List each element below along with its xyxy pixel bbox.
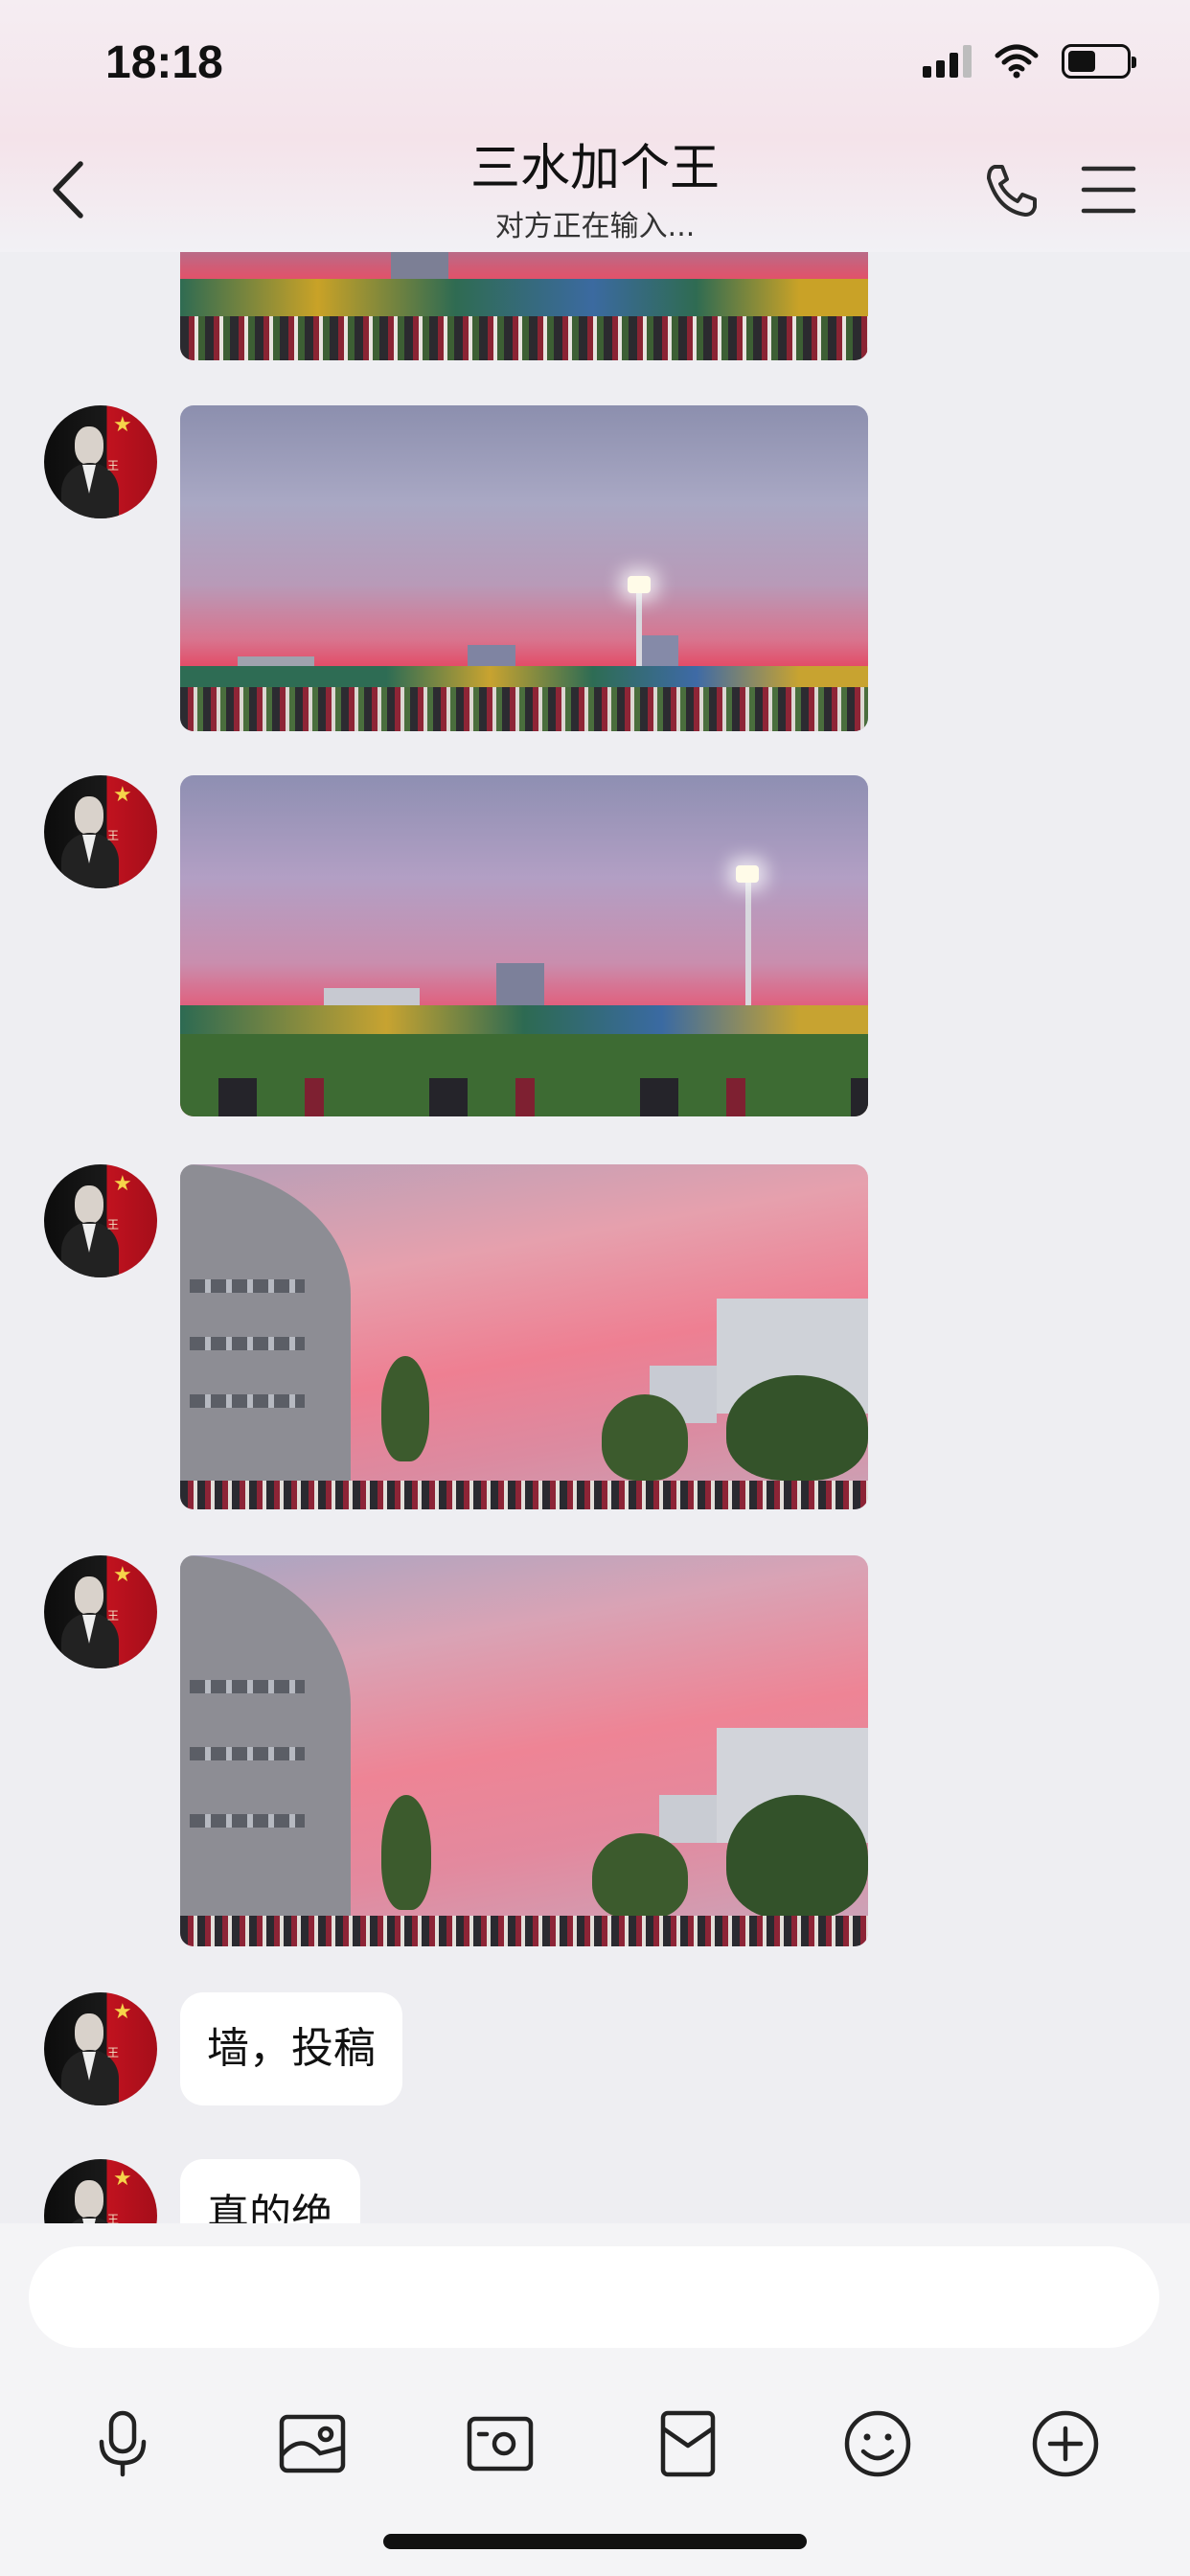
message-list[interactable]: ★ 王 ★ 王 ★ 王 ★ 王 ★ 王 墙，投稿 ★ 王 真的绝 bbox=[0, 252, 1190, 2223]
cellular-signal-icon bbox=[923, 45, 972, 78]
contact-avatar[interactable]: ★ 王 bbox=[44, 1164, 157, 1277]
image-message[interactable] bbox=[180, 1164, 868, 1509]
image-message-partial[interactable] bbox=[180, 252, 868, 360]
emoji-icon[interactable] bbox=[839, 2405, 916, 2482]
message-input[interactable] bbox=[29, 2246, 1159, 2348]
microphone-icon[interactable] bbox=[84, 2405, 161, 2482]
contact-avatar[interactable]: ★ 王 bbox=[44, 1992, 157, 2105]
status-icons bbox=[923, 44, 1136, 79]
camera-icon[interactable] bbox=[462, 2405, 538, 2482]
status-time: 18:18 bbox=[105, 37, 223, 88]
image-message[interactable] bbox=[180, 1555, 868, 1946]
home-indicator[interactable] bbox=[383, 2534, 807, 2549]
red-packet-icon[interactable] bbox=[650, 2405, 726, 2482]
plus-icon[interactable] bbox=[1027, 2405, 1104, 2482]
text-message-bubble[interactable]: 真的绝 bbox=[180, 2159, 360, 2223]
contact-avatar[interactable]: ★ 王 bbox=[44, 775, 157, 888]
image-icon[interactable] bbox=[274, 2405, 351, 2482]
chat-screen: 18:18 三水加个王 对方正在输入... ★ 王 ★ 王 ★ 王 ★ 王 ★ … bbox=[0, 0, 1190, 2576]
contact-avatar[interactable]: ★ 王 bbox=[44, 1555, 157, 1668]
contact-avatar[interactable]: ★ 王 bbox=[44, 2159, 157, 2223]
menu-button[interactable] bbox=[1081, 163, 1136, 217]
wifi-icon bbox=[995, 44, 1039, 79]
phone-call-button[interactable] bbox=[981, 161, 1041, 220]
battery-icon bbox=[1062, 44, 1136, 79]
image-message[interactable] bbox=[180, 775, 868, 1116]
image-message[interactable] bbox=[180, 405, 868, 731]
contact-avatar[interactable]: ★ 王 bbox=[44, 405, 157, 518]
composer-bar bbox=[0, 2223, 1190, 2576]
top-bar: 18:18 三水加个王 对方正在输入... bbox=[0, 0, 1190, 252]
text-message-bubble[interactable]: 墙，投稿 bbox=[180, 1992, 402, 2105]
